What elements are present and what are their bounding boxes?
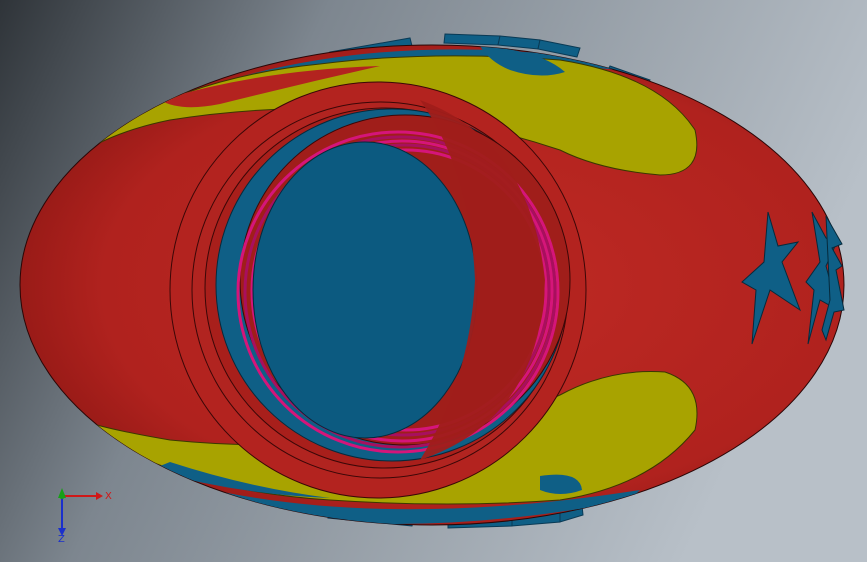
- z-axis-label: Z: [58, 534, 65, 545]
- nozzle-bore: [252, 141, 478, 439]
- model-viewport[interactable]: X Z: [0, 0, 867, 562]
- triad-origin: [59, 493, 65, 499]
- x-axis-label: X: [105, 491, 112, 502]
